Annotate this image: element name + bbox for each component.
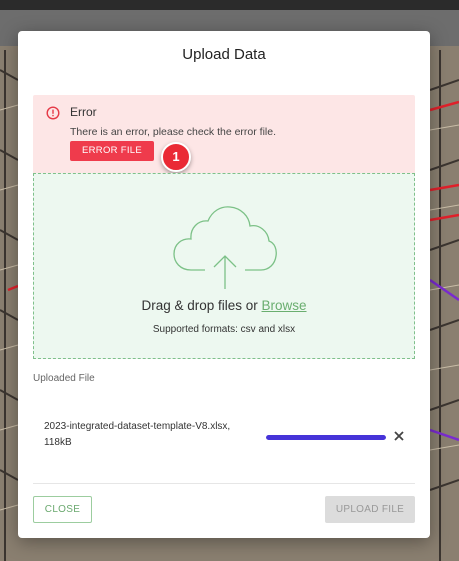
close-icon[interactable]: [392, 429, 406, 443]
cloud-upload-icon: [173, 206, 277, 289]
error-alert: Error There is an error, please check th…: [33, 95, 415, 175]
step-badge: 1: [161, 142, 191, 172]
file-size: 118kB: [44, 437, 72, 448]
uploaded-file-label: Uploaded File: [33, 373, 95, 384]
error-file-button[interactable]: ERROR FILE: [70, 141, 154, 161]
upload-file-button[interactable]: UPLOAD FILE: [325, 496, 415, 523]
file-name: 2023-integrated-dataset-template-V8.xlsx…: [44, 421, 231, 432]
file-drop-zone[interactable]: Drag & drop files or Browse Supported fo…: [33, 173, 415, 359]
supported-formats: Supported formats: csv and xlsx: [152, 324, 296, 335]
alert-circle-icon: [46, 106, 60, 120]
upload-progress-bar: [266, 435, 386, 440]
browse-link[interactable]: Browse: [262, 298, 307, 313]
error-heading: Error: [70, 105, 97, 119]
error-message: There is an error, please check the erro…: [70, 126, 277, 138]
app-top-bar: [0, 0, 459, 10]
upload-progress-fill: [266, 435, 386, 440]
close-button[interactable]: CLOSE: [33, 496, 92, 523]
footer-divider: [33, 483, 415, 484]
drop-prompt: Drag & drop files or Browse: [34, 298, 414, 313]
upload-data-dialog: Upload Data Error There is an error, ple…: [18, 31, 430, 538]
drop-prompt-text: Drag & drop files or: [141, 298, 262, 313]
dialog-title: Upload Data: [182, 46, 266, 63]
uploaded-file-row: 2023-integrated-dataset-template-V8.xlsx…: [33, 411, 415, 451]
